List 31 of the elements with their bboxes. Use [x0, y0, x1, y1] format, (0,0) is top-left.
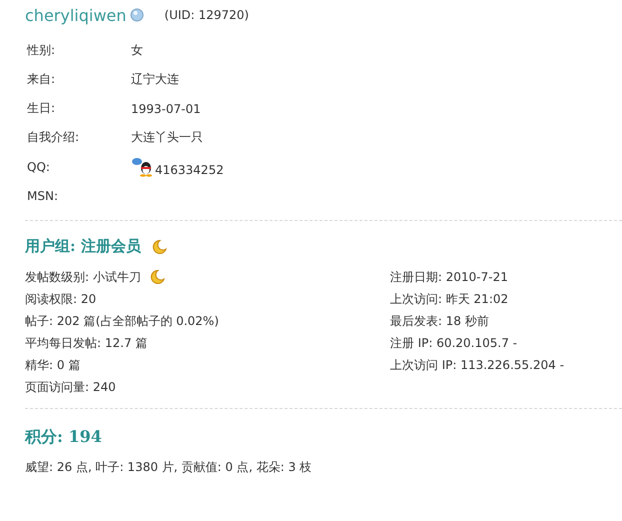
stat-text: 页面访问量: 240: [25, 378, 116, 396]
field-label: 来自:: [27, 71, 56, 88]
stat-text: 平均每日发帖: 12.7 篇: [25, 334, 148, 352]
user-id: (UID: 129720): [164, 8, 249, 22]
field-label: MSN:: [27, 188, 59, 202]
stat-text: 上次访问 IP: 113.226.55.204 -: [390, 356, 564, 374]
group-title: 用户组: 注册会员: [25, 237, 141, 256]
field-value: 大连丫头一只: [131, 129, 203, 146]
stat-text: 上次访问: 昨天 21:02: [390, 290, 508, 308]
field-value: 女: [131, 42, 143, 59]
field-label: 生日:: [27, 100, 56, 117]
credits-detail: 威望: 26 点, 叶子: 1380 片, 贡献值: 0 点, 花朵: 3 枝: [25, 458, 312, 476]
stat-text: 注册 IP: 60.20.105.7 -: [390, 334, 518, 352]
field-value: 416334252: [155, 162, 224, 176]
stat-text: 最后发表: 18 秒前: [390, 312, 489, 330]
moon-icon: [150, 238, 167, 254]
moon-icon: [148, 269, 165, 285]
field-label: 性别:: [27, 42, 56, 59]
stat-text: 精华: 0 篇: [25, 356, 80, 374]
stat-text: 帖子: 202 篇(占全部帖子的 0.02%): [25, 312, 219, 330]
username: cheryliqiwen: [25, 6, 126, 24]
credits-title: 积分: 194: [25, 427, 102, 448]
qq-penguin-icon: [131, 156, 155, 176]
stat-text: 阅读权限: 20: [25, 290, 96, 308]
stat-text: 注册日期: 2010-7-21: [390, 268, 508, 286]
status-icon: [130, 8, 144, 22]
field-label: QQ:: [27, 160, 51, 174]
field-value: 1993-07-01: [131, 102, 201, 116]
stat-text: 发帖数级别: 小试牛刀: [25, 268, 141, 286]
field-label: 自我介绍:: [27, 129, 80, 146]
field-value: 辽宁大连: [131, 71, 179, 88]
